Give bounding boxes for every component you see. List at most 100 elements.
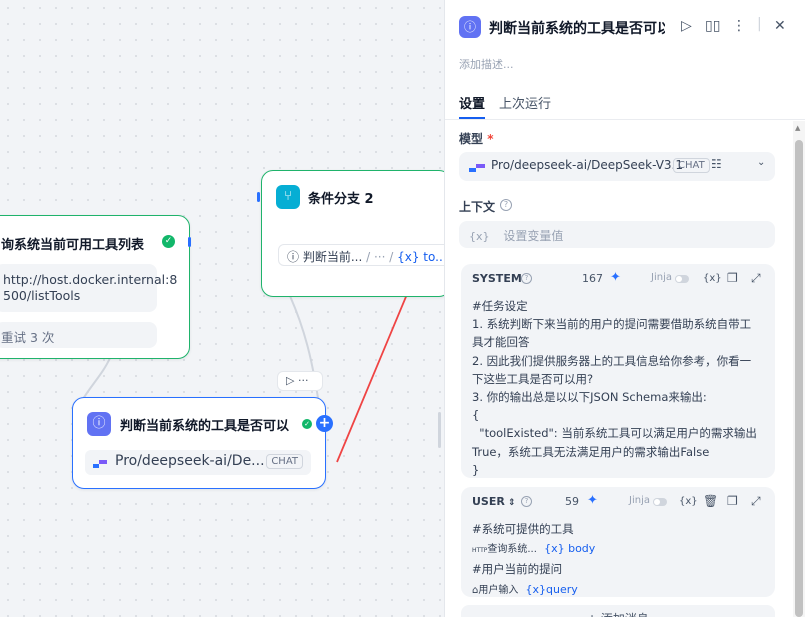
prompt-line: 2. 因此我们提供服务器上的工具信息给你参考，你看一 <box>472 353 752 368</box>
var2-name: {x}query <box>525 582 578 596</box>
add-next-node-button[interactable]: + <box>316 415 333 432</box>
add-message-button[interactable]: + 添加消息 <box>461 605 775 617</box>
jinja-label: Jinja <box>651 272 672 283</box>
tab-last-run[interactable]: 上次运行 <box>499 93 551 112</box>
user-role-select[interactable]: USER ⇕ <box>472 495 516 508</box>
ai-generate-icon[interactable]: ✦ <box>587 493 598 508</box>
node-condition-title: 条件分支 2 <box>308 192 374 207</box>
node-judge-model-name: Pro/deepseek-ai/De... <box>115 453 265 469</box>
context-placeholder: 设置变量值 <box>503 229 564 243</box>
system-prompt-text[interactable]: #任务设定 1. 系统判断下来当前的用户的提问需要借助系统自带工 具才能回答 2… <box>472 297 768 479</box>
help-icon[interactable]: ? <box>521 273 532 284</box>
branch-icon: ⑂ <box>276 185 300 209</box>
scroll-up-icon[interactable]: ▲ <box>795 124 800 132</box>
system-token-count: 167 <box>582 272 603 285</box>
user-role-label: USER <box>472 495 505 508</box>
user-token-count: 59 <box>565 495 579 508</box>
run-icon[interactable]: ▷ <box>681 18 692 34</box>
node-query-tools[interactable]: 询系统当前可用工具列表 ✓ http://host.docker.interna… <box>0 215 190 359</box>
context-variable-input[interactable]: {x} 设置变量值 <box>459 221 775 248</box>
header-divider: | <box>757 16 762 32</box>
delete-icon[interactable]: 🗑 <box>703 494 718 508</box>
var1-node-name: 查询系统... <box>487 544 537 556</box>
insert-variable-icon[interactable]: {x} <box>679 496 698 507</box>
book-icon[interactable]: ▯▯ <box>705 18 720 34</box>
node-query-retry: 重试 3 次 <box>0 322 157 348</box>
prompt-line: 3. 你的输出总是以以下JSON Schema来输出: <box>472 390 707 405</box>
jinja-toggle[interactable] <box>675 275 689 283</box>
model-select[interactable]: Pro/deepseek-ai/DeepSeek-V3.1 CHAT ☷ ⌄ <box>459 152 775 181</box>
prompt-line: #用户当前的提问 <box>472 562 563 577</box>
chevron-down-icon[interactable]: ⌄ <box>757 157 765 168</box>
model-label: 模型 * <box>459 130 493 147</box>
condition-sep: / ··· / <box>366 250 394 264</box>
prompt-line: True，系统工具无法满足用户的需求输出False <box>472 444 710 459</box>
deepseek-logo-icon <box>93 460 107 468</box>
prompt-line: #任务设定 <box>472 299 528 313</box>
panel-resize-handle[interactable] <box>438 412 441 448</box>
model-settings-icon[interactable]: ☷ <box>711 157 722 171</box>
panel-tabs: 设置 上次运行 <box>445 84 805 120</box>
variable-icon: {x} <box>469 230 490 243</box>
ai-generate-icon[interactable]: ✦ <box>610 270 621 285</box>
system-role-label: SYSTEM <box>472 272 522 285</box>
prompt-line: 1. 系统判断下来当前的用户的提问需要借助系统自带工 <box>472 317 752 332</box>
prompt-line: #系统可提供的工具 <box>472 522 574 536</box>
deepseek-logo-icon <box>469 164 485 172</box>
node-condition-branch[interactable]: ⑂ 条件分支 2 ⓘ 判断当前... / ··· / {x} to... <box>261 170 458 297</box>
tab-active-indicator <box>459 117 485 119</box>
more-icon[interactable]: ⋮ <box>732 18 746 34</box>
expand-icon[interactable]: ⤢ <box>751 271 761 286</box>
prompt-line: 具才能回答 <box>472 335 530 350</box>
system-prompt-card[interactable]: SYSTEM ? 167 ✦ Jinja {x} ❐ ⤢ #任务设定 1. 系统… <box>461 264 775 478</box>
context-label: 上下文 <box>459 200 496 214</box>
node-settings-panel: ⓘ 判断当前系统的工具是否可以 ▷ ▯▯ ⋮ | ✕ 添加描述... 设置 上次… <box>444 0 805 617</box>
node-query-url: http://host.docker.internal:8 500/listTo… <box>0 264 178 312</box>
condition-row: ⓘ 判断当前... / ··· / {x} to... <box>278 244 458 266</box>
model-select-value: Pro/deepseek-ai/DeepSeek-V3.1 <box>491 158 683 172</box>
success-check-icon: ✓ <box>162 235 175 248</box>
swap-icon: ⇕ <box>504 498 516 508</box>
condition-node-icon: ⓘ <box>287 250 303 264</box>
url-line-2: 500/listTools <box>3 288 81 303</box>
condition-left: 判断当前... <box>302 250 363 264</box>
llm-node-icon: ⓘ <box>459 16 481 38</box>
chat-badge: CHAT <box>266 454 303 469</box>
variable-chip[interactable]: HTTP查询系统... {x} body <box>472 540 595 560</box>
panel-scrollbar-thumb[interactable] <box>795 140 803 617</box>
jinja-toggle[interactable] <box>653 498 667 506</box>
panel-title[interactable]: 判断当前系统的工具是否可以 <box>489 18 665 38</box>
user-prompt-card[interactable]: USER ⇕ ? 59 ✦ Jinja {x} 🗑 ❐ ⤢ #系统可提供的工具 … <box>461 487 775 597</box>
http-icon: HTTP <box>472 547 488 555</box>
required-mark: * <box>487 132 494 146</box>
insert-variable-icon[interactable]: {x} <box>703 273 722 284</box>
copy-icon[interactable]: ❐ <box>727 494 738 508</box>
expand-icon[interactable]: ⤢ <box>751 494 761 509</box>
start-node-ref: ⌂用户输入 <box>472 585 518 596</box>
variable-chip[interactable]: ⌂用户输入 {x}query <box>472 581 578 600</box>
help-icon[interactable]: ? <box>500 199 512 211</box>
node-query-output-handle[interactable] <box>188 237 191 247</box>
user-prompt-text[interactable]: #系统可提供的工具 HTTP查询系统... {x} body #用户当前的提问 … <box>472 520 768 600</box>
close-icon[interactable]: ✕ <box>774 18 786 34</box>
var1-name: {x} body <box>544 542 596 556</box>
model-label-text: 模型 <box>459 132 484 146</box>
node-query-title: 询系统当前可用工具列表 <box>1 238 145 253</box>
prompt-line: "toolExisted": 当前系统工具可以满足用户的需求输出 <box>472 426 757 441</box>
prompt-line: 下这些工具是否可以用? <box>472 371 594 386</box>
node-judge-title: 判断当前系统的工具是否可以 <box>120 419 290 434</box>
prompt-line: } <box>472 462 480 477</box>
http-node-ref: HTTP查询系统... <box>472 544 537 555</box>
node-judge-model: Pro/deepseek-ai/De... CHAT <box>85 450 311 475</box>
url-line-1: http://host.docker.internal:8 <box>3 272 178 287</box>
var2-node-name: 用户输入 <box>478 584 519 596</box>
node-mini-toolbar[interactable]: ▷ ··· <box>277 371 323 391</box>
prompt-line: { <box>472 408 480 423</box>
panel-body: 模型 * Pro/deepseek-ai/DeepSeek-V3.1 CHAT … <box>445 121 795 617</box>
node-condition-input-handle[interactable] <box>257 192 260 202</box>
description-input[interactable]: 添加描述... <box>459 56 514 72</box>
help-icon[interactable]: ? <box>521 496 532 507</box>
node-judge-llm[interactable]: ⓘ 判断当前系统的工具是否可以 ✓ Pro/deepseek-ai/De... … <box>72 397 326 489</box>
copy-icon[interactable]: ❐ <box>727 271 738 285</box>
tab-settings[interactable]: 设置 <box>459 93 485 112</box>
